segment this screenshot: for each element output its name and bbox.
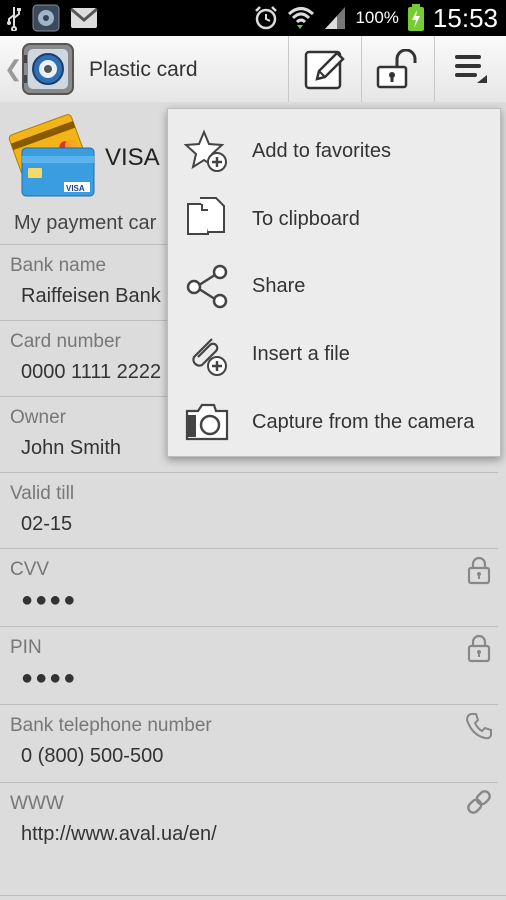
battery-icon: [407, 4, 424, 31]
app-safe-icon[interactable]: [20, 41, 76, 97]
menu-item-label: Add to favorites: [252, 140, 391, 162]
wifi-icon: [288, 7, 315, 29]
alarm-icon: [255, 6, 278, 30]
field-value-masked: ●●●●: [21, 589, 78, 611]
field-label: CVV: [10, 559, 50, 580]
field-value: Raiffeisen Bank: [21, 285, 161, 307]
field-bank-phone[interactable]: Bank telephone number 0 (800) 500-500: [0, 704, 498, 783]
menu-item-capture-camera[interactable]: Capture from the camera: [168, 385, 500, 452]
usb-icon: [7, 7, 21, 31]
field-valid-till[interactable]: Valid till 02-15: [0, 472, 498, 549]
action-bar: ❮ Plastic card: [0, 36, 506, 103]
field-cvv[interactable]: CVV ●●●●: [0, 548, 498, 627]
app-notification-icon: [32, 4, 60, 32]
link-icon[interactable]: [464, 787, 494, 817]
clock: 15:53: [432, 2, 498, 33]
card-type: VISA: [105, 144, 160, 171]
overflow-menu-button[interactable]: [434, 36, 506, 102]
phone-icon[interactable]: [464, 711, 494, 741]
field-label: Owner: [10, 407, 66, 428]
field-pin[interactable]: PIN ●●●●: [0, 626, 498, 705]
field-value: http://www.aval.ua/en/: [21, 823, 217, 845]
field-label: PIN: [10, 637, 42, 658]
star-add-icon: [184, 129, 227, 172]
lock-icon[interactable]: [464, 633, 494, 663]
gmail-icon: [70, 7, 98, 28]
field-label: Bank name: [10, 255, 107, 276]
signal-icon: [325, 7, 346, 29]
field-www[interactable]: WWW http://www.aval.ua/en/: [0, 782, 498, 861]
field-value: 02-15: [21, 513, 73, 535]
lock-icon[interactable]: [464, 555, 494, 585]
camera-icon: [185, 403, 229, 441]
screen-title: Plastic card: [89, 58, 198, 81]
edit-icon: [304, 50, 345, 90]
attach-icon: [192, 338, 227, 376]
menu-item-label: Capture from the camera: [252, 411, 475, 433]
menu-item-share[interactable]: Share: [168, 249, 500, 316]
battery-percent: 100%: [355, 8, 399, 27]
svg-text:VISA: VISA: [66, 184, 85, 193]
edit-button[interactable]: [288, 36, 361, 102]
copy-icon: [187, 197, 225, 235]
field-label: Card number: [10, 331, 121, 352]
field-value: 0000 1111 2222: [21, 361, 162, 383]
divider: [0, 895, 506, 896]
overflow-menu: Add to favorites To clipboard Share Inse…: [167, 108, 501, 457]
share-icon: [186, 264, 228, 309]
field-label: Bank telephone number: [10, 715, 212, 736]
field-value-masked: ●●●●: [21, 667, 78, 689]
menu-item-add-to-favorites[interactable]: Add to favorites: [168, 114, 500, 181]
menu-item-label: Share: [252, 275, 306, 297]
menu-item-to-clipboard[interactable]: To clipboard: [168, 182, 500, 249]
card-description: My payment car: [14, 212, 157, 234]
menu-item-label: To clipboard: [252, 208, 360, 230]
status-bar: 100% 15:53: [0, 0, 506, 36]
unlock-button[interactable]: [361, 36, 434, 102]
unlock-icon: [376, 49, 417, 89]
field-label: WWW: [10, 793, 64, 814]
menu-icon: [455, 55, 487, 83]
field-value: 0 (800) 500-500: [21, 745, 164, 767]
menu-item-insert-file[interactable]: Insert a file: [168, 317, 500, 384]
field-label: Valid till: [10, 483, 75, 504]
field-value: John Smith: [21, 437, 122, 459]
credit-cards-icon: VISA: [8, 114, 95, 197]
menu-item-label: Insert a file: [252, 343, 350, 365]
